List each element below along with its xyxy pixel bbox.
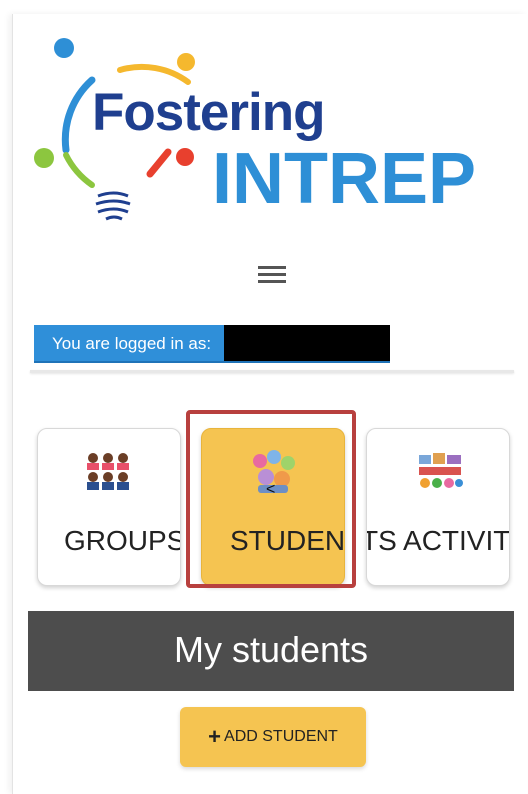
add-student-button[interactable]: + ADD STUDENT — [180, 707, 366, 767]
section-header: My students — [28, 611, 514, 691]
redacted-username — [224, 325, 390, 361]
login-status-bar: You are logged in as: — [34, 325, 390, 363]
student-activities-card[interactable]: TS ACTIVITI — [366, 428, 510, 586]
activities-icon — [419, 453, 463, 488]
groups-icon — [87, 453, 129, 490]
student-activities-card-label: TS ACTIVITI — [366, 525, 510, 556]
highlight-annotation-box — [186, 410, 356, 588]
groups-card-label: GROUPS — [64, 525, 181, 556]
section-title: My students — [173, 629, 369, 670]
logo-text-intrep: INTREP — [212, 139, 477, 219]
logged-in-label: You are logged in as: — [52, 334, 212, 353]
logo-text-fostering: Fostering — [92, 83, 325, 142]
plus-icon: + — [208, 724, 222, 749]
groups-card[interactable]: GROUPS — [37, 428, 181, 586]
hamburger-menu-icon[interactable] — [258, 263, 286, 289]
divider — [30, 370, 514, 373]
add-student-label: ADD STUDENT — [224, 728, 338, 745]
